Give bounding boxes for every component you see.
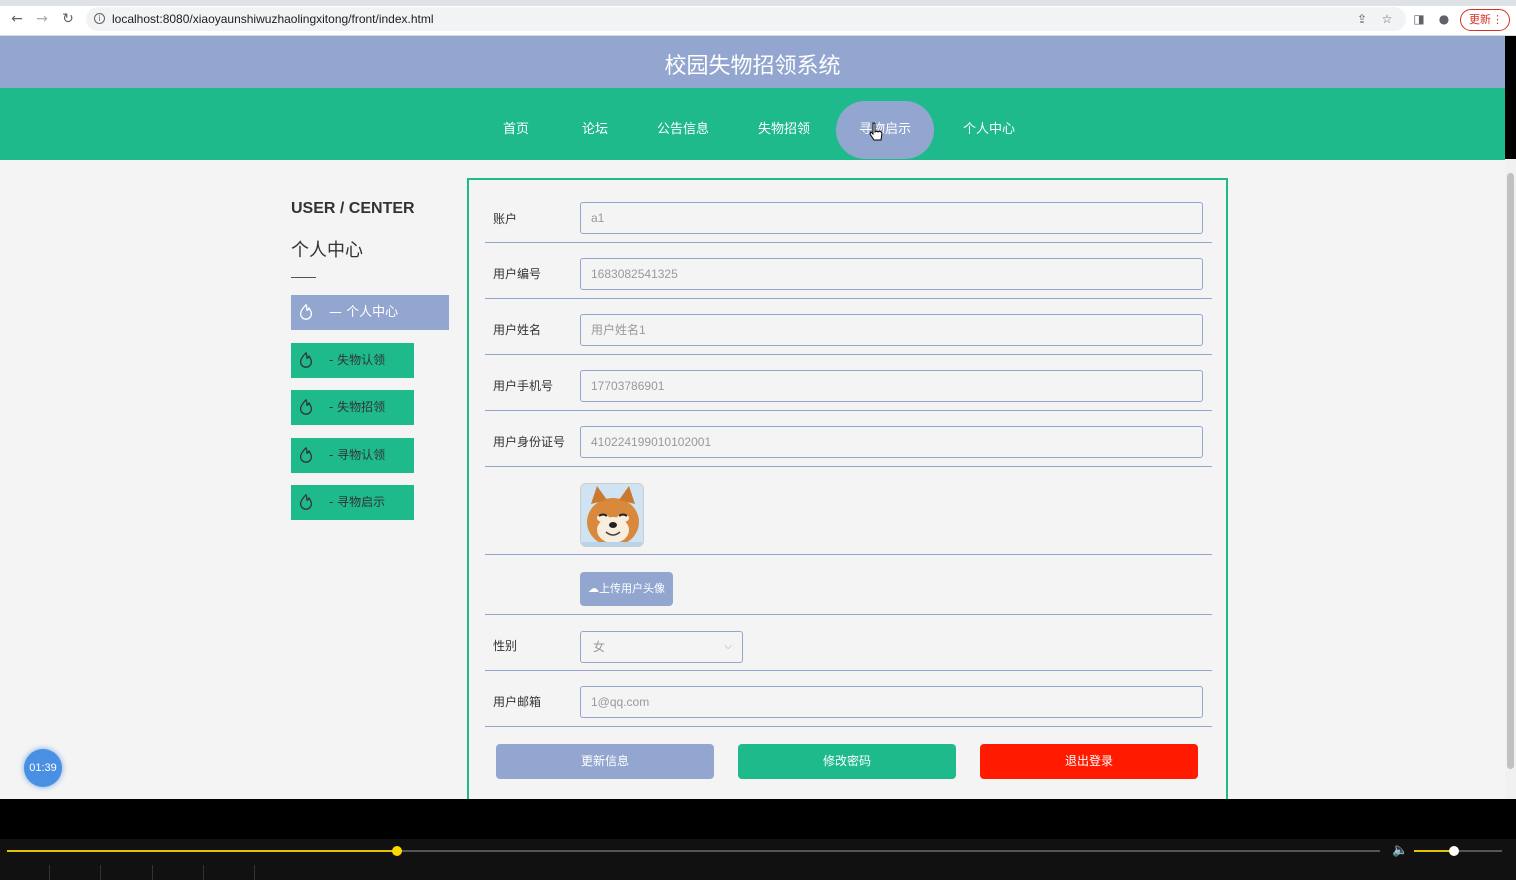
id-card-input[interactable]: 410224199010102001 <box>580 426 1203 458</box>
sidebar-item-label: - 失物招领 <box>329 400 386 414</box>
separator <box>203 865 204 880</box>
browser-update-button[interactable]: 更新 ⋮ <box>1460 9 1510 31</box>
sidebar-item-label: - 失物认领 <box>329 353 386 367</box>
video-player-controls: 🔈 <box>0 799 1516 880</box>
profile-icon[interactable]: ● <box>1437 12 1451 26</box>
flame-icon <box>299 398 313 415</box>
gender-label: 性别 <box>493 639 518 653</box>
sidebar-item-search-claim[interactable]: - 寻物认领 <box>291 438 414 473</box>
sidebar-divider <box>291 277 316 278</box>
form-row-phone: 用户手机号 17703786901 <box>485 355 1212 411</box>
account-input[interactable]: a1 <box>580 202 1203 234</box>
upload-label: 上传用户头像 <box>599 582 665 595</box>
cloud-upload-icon: ☁ <box>588 582 599 595</box>
sidepanel-icon[interactable]: ◨ <box>1412 12 1426 26</box>
upload-avatar-button[interactable]: ☁上传用户头像 <box>580 572 673 606</box>
logout-button[interactable]: 退出登录 <box>980 744 1198 779</box>
share-icon[interactable]: ⇪ <box>1355 12 1369 26</box>
info-icon[interactable]: i <box>94 13 105 24</box>
form-row-id-card: 用户身份证号 410224199010102001 <box>485 411 1212 467</box>
user-name-input[interactable]: 用户姓名1 <box>580 314 1203 346</box>
id-card-label: 用户身份证号 <box>493 435 566 449</box>
page-viewport: 校园失物招领系统 首页 论坛 公告信息 失物招领 寻物启示 个人中心 USER … <box>0 36 1505 799</box>
page-scrollbar[interactable] <box>1505 159 1516 799</box>
user-avatar <box>580 483 644 547</box>
phone-label: 用户手机号 <box>493 379 554 393</box>
separator <box>152 865 153 880</box>
update-label: 更新 <box>1469 13 1491 26</box>
sidebar-item-label: — 个人中心 <box>329 305 399 320</box>
shiba-avatar-image <box>581 484 643 546</box>
nav-announcements[interactable]: 公告信息 <box>648 88 718 160</box>
nav-forum[interactable]: 论坛 <box>570 88 620 160</box>
sidebar-item-search-notice[interactable]: - 寻物启示 <box>291 485 414 520</box>
nav-lost-found[interactable]: 失物招领 <box>748 88 820 160</box>
reload-icon[interactable]: ↻ <box>60 11 76 27</box>
flame-icon <box>299 446 313 463</box>
form-row-avatar <box>485 467 1212 555</box>
player-button-row <box>0 865 260 880</box>
more-icon: ⋮ <box>1492 13 1503 26</box>
sidebar-title-en: USER / CENTER <box>291 200 415 217</box>
progress-fill <box>7 850 397 852</box>
url-text[interactable]: localhost:8080/xiaoyaunshiwuzhaolingxito… <box>112 12 434 26</box>
user-name-label: 用户姓名 <box>493 323 542 337</box>
change-password-button[interactable]: 修改密码 <box>738 744 956 779</box>
star-icon[interactable]: ☆ <box>1380 12 1394 26</box>
scrollbar-thumb[interactable] <box>1507 173 1514 769</box>
recording-timer: 01:39 <box>24 749 62 787</box>
forward-icon[interactable]: → <box>34 11 50 27</box>
form-row-gender: 性别 女 ⌵ <box>485 615 1212 671</box>
flame-icon <box>299 351 313 368</box>
progress-handle[interactable] <box>391 846 402 856</box>
back-icon[interactable]: ← <box>9 11 25 27</box>
separator <box>49 865 50 880</box>
separator <box>254 865 255 880</box>
sidebar-item-user-center[interactable]: — 个人中心 <box>291 295 449 330</box>
sidebar-item-lost-found[interactable]: - 失物招领 <box>291 390 414 425</box>
sidebar-title-cn: 个人中心 <box>291 240 363 261</box>
update-info-button[interactable]: 更新信息 <box>496 744 714 779</box>
flame-icon <box>299 303 313 320</box>
mouse-cursor-icon <box>869 122 883 141</box>
form-row-user-id: 用户编号 1683082541325 <box>485 243 1212 299</box>
nav-user-center[interactable]: 个人中心 <box>952 88 1026 160</box>
user-id-input[interactable]: 1683082541325 <box>580 258 1203 290</box>
sidebar-item-lost-claim[interactable]: - 失物认领 <box>291 343 414 378</box>
browser-toolbar: ← → ↻ i localhost:8080/xiaoyaunshiwuzhao… <box>0 0 1516 36</box>
volume-handle[interactable] <box>1448 846 1459 856</box>
site-header: 校园失物招领系统 <box>0 36 1505 88</box>
phone-input[interactable]: 17703786901 <box>580 370 1203 402</box>
form-row-user-name: 用户姓名 用户姓名1 <box>485 299 1212 355</box>
chevron-down-icon: ⌵ <box>724 641 732 652</box>
form-row-account: 账户 a1 <box>485 180 1212 243</box>
volume-fill <box>1414 850 1454 852</box>
separator <box>100 865 101 880</box>
account-label: 账户 <box>493 212 518 226</box>
gender-value: 女 <box>593 640 606 654</box>
volume-icon[interactable]: 🔈 <box>1392 843 1408 858</box>
flame-icon <box>299 493 313 510</box>
email-label: 用户邮箱 <box>493 695 542 709</box>
main-nav: 首页 论坛 公告信息 失物招领 寻物启示 个人中心 <box>0 88 1505 160</box>
form-row-email: 用户邮箱 1@qq.com <box>485 671 1212 727</box>
form-row-upload: ☁上传用户头像 <box>485 555 1212 615</box>
sidebar-item-label: - 寻物认领 <box>329 448 386 462</box>
site-title: 校园失物招领系统 <box>664 54 841 79</box>
user-info-form: 账户 a1 用户编号 1683082541325 用户姓名 用户姓名1 用户手机… <box>467 178 1228 799</box>
nav-lost-notice[interactable]: 寻物启示 <box>836 101 934 159</box>
sidebar-item-label: - 寻物启示 <box>329 495 386 509</box>
nav-home[interactable]: 首页 <box>490 88 542 160</box>
email-input[interactable]: 1@qq.com <box>580 686 1203 718</box>
gender-select[interactable]: 女 ⌵ <box>580 631 743 663</box>
user-id-label: 用户编号 <box>493 267 542 281</box>
tab-strip <box>0 0 1516 6</box>
